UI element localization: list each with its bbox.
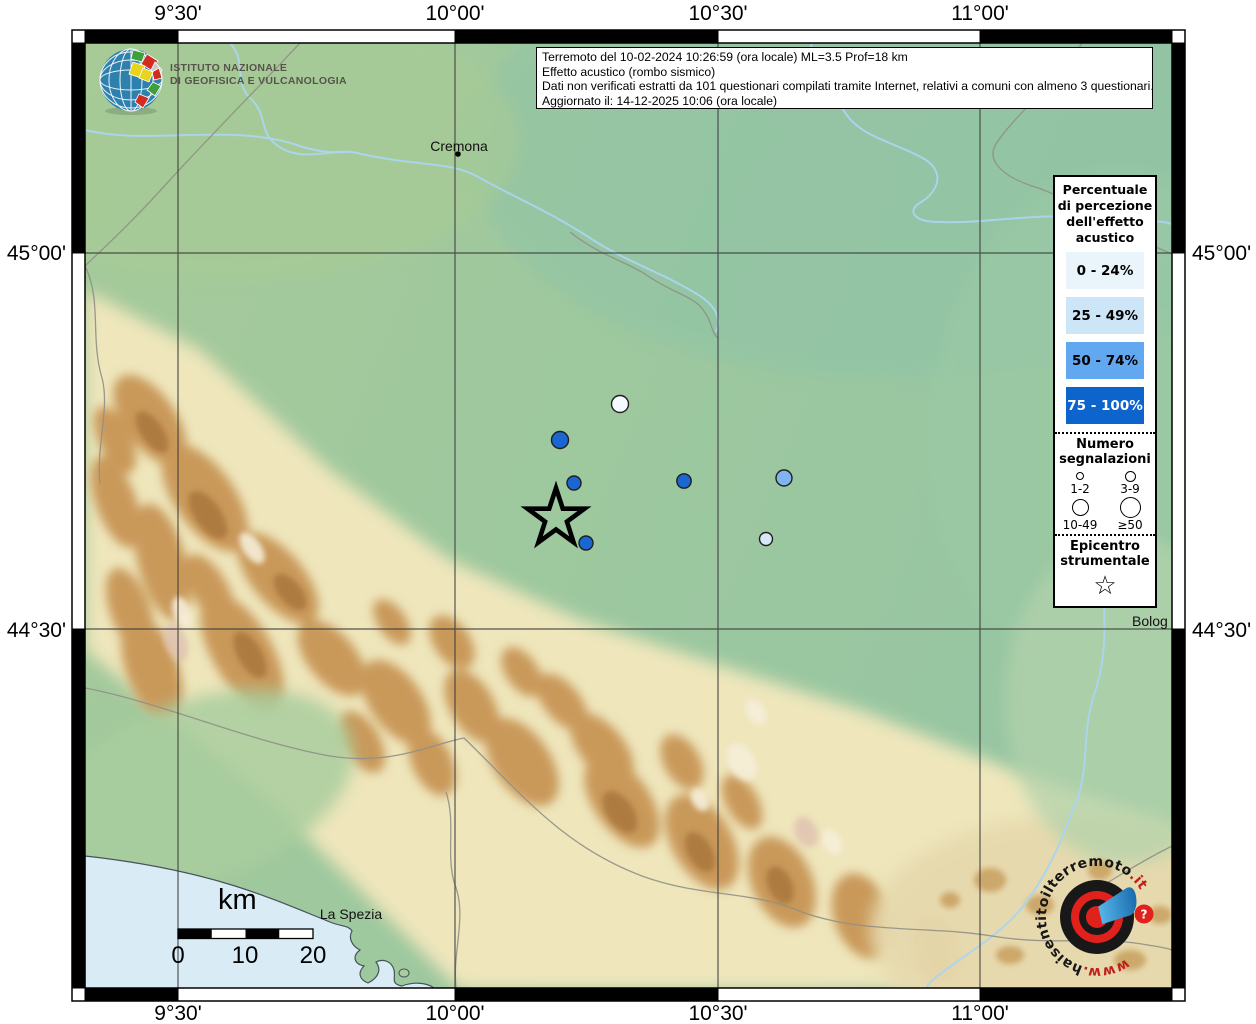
city-label-cremona: Cremona <box>430 138 488 154</box>
axis-label-bottom-930: 9°30' <box>154 1002 202 1024</box>
felt-report-point <box>566 475 582 491</box>
count-size-3-9: 3-9 <box>1105 470 1155 496</box>
scale-tick-20: 20 <box>299 942 327 969</box>
info-line-event: Terremoto del 10-02-2024 10:26:59 (ora l… <box>542 50 908 64</box>
city-label-la-spezia: La Spezia <box>319 906 383 922</box>
axis-label-top-1000: 10°00' <box>425 2 485 25</box>
legend-divider-2 <box>1055 534 1155 536</box>
count-circle-10-49-icon <box>1071 498 1089 516</box>
legend-class-50-74: 50 - 74% <box>1066 342 1144 379</box>
ingv-wordmark: ISTITUTO NAZIONALE DI GEOFISICA E VULCAN… <box>170 62 347 87</box>
axis-label-right-4500: 45°00' <box>1192 242 1252 265</box>
count-label-10-49: 10-49 <box>1062 518 1098 532</box>
legend-divider-1 <box>1055 432 1155 434</box>
legend-class-25-49: 25 - 49% <box>1066 297 1144 334</box>
felt-report-point <box>758 531 774 547</box>
count-circle-1-2-icon <box>1076 472 1084 480</box>
felt-report-point <box>578 535 594 551</box>
axis-label-right-4430: 44°30' <box>1192 619 1252 642</box>
legend-box: Percentuale di percezione dell'effetto a… <box>1053 175 1157 608</box>
count-label-1-2: 1-2 <box>1070 482 1090 496</box>
axis-label-left-4430: 44°30' <box>6 619 66 642</box>
legend-class-75-100: 75 - 100% <box>1066 387 1144 424</box>
scale-tick-0: 0 <box>171 942 185 969</box>
count-circle-50plus-icon <box>1119 496 1141 518</box>
count-size-10-49: 10-49 <box>1055 496 1105 532</box>
epicenter-star-icon: ☆ <box>1093 571 1117 601</box>
axis-label-top-930: 9°30' <box>154 2 202 25</box>
axis-label-left-4500: 45°00' <box>6 242 66 265</box>
axis-label-bottom-1030: 10°30' <box>688 1002 748 1024</box>
felt-report-point <box>610 394 630 414</box>
city-label-bologna-clipped: Bolog <box>1132 613 1168 629</box>
scale-tick-10: 10 <box>231 942 259 969</box>
axis-label-bottom-1000: 10°00' <box>425 1002 485 1024</box>
scale-bar-unit: km <box>218 884 257 916</box>
count-size-50plus: ≥50 <box>1105 496 1155 532</box>
legend-class-0-24: 0 - 24% <box>1066 252 1144 289</box>
legend-count-title: Numero segnalazioni <box>1059 437 1151 467</box>
count-circle-3-9-icon <box>1124 470 1136 482</box>
felt-report-point <box>550 430 570 450</box>
question-mark: ? <box>1141 908 1148 922</box>
legend-epicenter-title: Epicentro strumentale <box>1060 539 1150 569</box>
axis-label-top-1100: 11°00' <box>951 2 1009 25</box>
earthquake-info-box: Terremoto del 10-02-2024 10:26:59 (ora l… <box>536 47 1153 109</box>
info-line-updated: Aggiornato il: 14-12-2025 10:06 (ora loc… <box>542 93 778 108</box>
map-page: ? www.haisentitoilterremoto.it 9°30' 10°… <box>0 0 1256 1024</box>
count-label-3-9: 3-9 <box>1120 482 1140 496</box>
felt-report-point <box>676 473 692 489</box>
info-line-effect: Effetto acustico (rombo sismico) <box>542 64 716 79</box>
ingv-line1: ISTITUTO NAZIONALE <box>170 62 288 74</box>
legend-count-grid: 1-2 3-9 10-49 ≥50 <box>1055 470 1155 532</box>
ingv-line2: DI GEOFISICA E VULCANOLOGIA <box>170 74 347 87</box>
legend-percent-title: Percentuale di percezione dell'effetto a… <box>1057 182 1153 245</box>
scale-bar <box>177 928 314 940</box>
felt-report-point <box>775 469 793 487</box>
count-size-1-2: 1-2 <box>1055 470 1105 496</box>
axis-label-top-1030: 10°30' <box>688 2 748 25</box>
count-label-50plus: ≥50 <box>1117 518 1143 532</box>
axis-label-bottom-1100: 11°00' <box>951 1002 1009 1024</box>
info-line-data: Dati non verificati estratti da 101 ques… <box>542 79 1153 94</box>
